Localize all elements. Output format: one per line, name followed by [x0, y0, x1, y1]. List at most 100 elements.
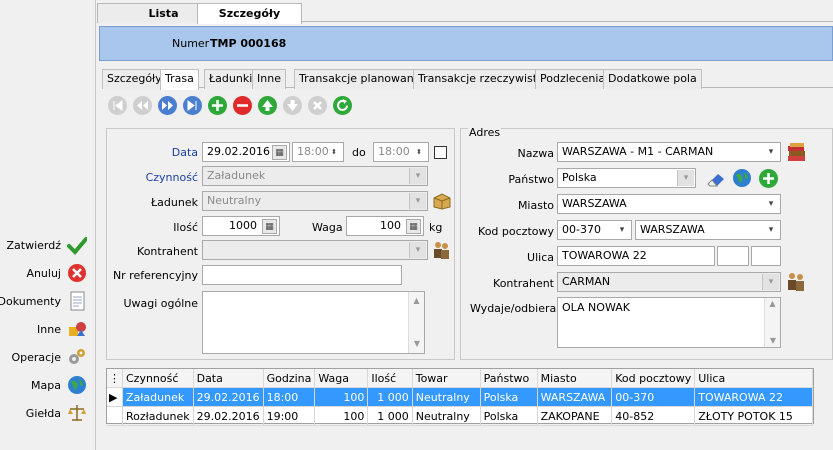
tab-inne[interactable]: Inne — [252, 69, 286, 89]
col-ilosc[interactable]: Ilość — [367, 369, 413, 388]
nrref-field[interactable] — [202, 265, 402, 285]
date-field[interactable]: 29.02.2016 ▦ — [202, 142, 290, 162]
exchange-button[interactable]: Giełda — [26, 403, 87, 423]
col-panstwo[interactable]: Państwo — [480, 369, 538, 388]
uwagi-textarea[interactable]: ▲ ▼ — [202, 291, 425, 354]
tab-podzlecenia[interactable]: Podzlecenia — [535, 69, 611, 89]
eraser-icon[interactable] — [705, 169, 729, 189]
kod-dropdown-icon: ▾ — [619, 225, 625, 235]
czynnosc-select[interactable]: Załadunek ▾ — [202, 166, 428, 186]
kontrahent-select[interactable]: ▾ — [202, 240, 428, 260]
cargo-box-icon[interactable] — [432, 192, 451, 210]
tab-transakcje-planowane[interactable]: Transakcje planowane — [294, 69, 426, 89]
other-label: Inne — [37, 322, 61, 336]
tab-transakcje-rzeczywiste[interactable]: Transakcje rzeczywiste — [413, 69, 549, 89]
time-from-value: 18:00 — [297, 145, 329, 158]
contractor-people-icon[interactable] — [432, 240, 451, 260]
czynnosc-dropdown-icon: ▾ — [409, 168, 426, 184]
time-checkbox[interactable] — [434, 146, 447, 159]
prev-record-button[interactable] — [133, 96, 152, 115]
tab-details[interactable]: Szczegóły — [197, 3, 302, 24]
time-from-spinner[interactable]: ⬍ — [326, 144, 342, 160]
map-button[interactable]: Mapa — [31, 375, 87, 395]
kg-label: kg — [429, 221, 443, 234]
address-kontrahent-select[interactable]: CARMAN ▾ — [557, 272, 781, 292]
tab-ladunki[interactable]: Ładunki — [204, 69, 258, 89]
documents-button[interactable]: Dokumenty — [0, 291, 87, 311]
cell: Polska — [480, 406, 538, 426]
left-action-panel: Zatwierdź Anuluj Dokumenty Inne Operacje… — [0, 0, 96, 450]
tab-szczegoly[interactable]: Szczegóły — [102, 69, 167, 89]
time-to-spinner[interactable]: ⬍ — [411, 144, 427, 160]
time-from-field[interactable]: 18:00 ⬍ — [292, 142, 344, 162]
tab-trasa[interactable]: Trasa — [160, 69, 199, 90]
table-row[interactable]: ▶ Załadunek 29.02.2016 18:00 100 1 000 N… — [107, 387, 813, 407]
col-waga[interactable]: Waga — [314, 369, 369, 388]
operations-button[interactable]: Operacje — [11, 347, 87, 367]
data-label: Data — [171, 146, 198, 159]
calendar-icon[interactable]: ▦ — [272, 145, 287, 160]
other-button[interactable]: Inne — [37, 319, 87, 339]
cell: 40-852 — [611, 406, 696, 426]
time-to-field[interactable]: 18:00 ⬍ — [373, 142, 429, 162]
last-record-button[interactable] — [183, 96, 202, 115]
flat-number-field[interactable] — [751, 246, 781, 266]
top-tabs: Lista Szczegóły — [97, 0, 833, 24]
miasto-select[interactable]: WARSZAWA ▾ — [557, 194, 781, 214]
address-book-icon[interactable] — [786, 141, 808, 163]
number-header: Numer TMP 000168 — [99, 26, 833, 61]
waga-calculator-icon[interactable]: ▦ — [406, 219, 421, 234]
house-number-field[interactable] — [717, 246, 749, 266]
add-button[interactable] — [208, 96, 227, 115]
cell: Załadunek — [122, 387, 194, 407]
waga-field[interactable]: 100 ▦ — [346, 216, 424, 236]
wydaje-scrollbar[interactable]: ▲ ▼ — [764, 298, 780, 347]
move-down-button[interactable] — [283, 96, 302, 115]
col-miasto[interactable]: Miasto — [537, 369, 613, 388]
time-to-value: 18:00 — [378, 145, 410, 158]
col-kod[interactable]: Kod pocztowy — [611, 369, 696, 388]
nazwa-select[interactable]: WARSZAWA - M1 - CARMAN ▾ — [557, 142, 781, 162]
row-indicator-header: ⋮ — [107, 369, 123, 388]
wydaje-textarea[interactable]: OLA NOWAK ▲ ▼ — [557, 297, 781, 348]
tab-dodatkowe-pola[interactable]: Dodatkowe pola — [603, 69, 702, 89]
col-czynnosc[interactable]: Czynność — [122, 369, 194, 388]
add-country-button[interactable] — [759, 169, 778, 188]
operations-label: Operacje — [11, 350, 61, 364]
remove-button[interactable] — [233, 96, 252, 115]
refresh-button[interactable] — [333, 96, 352, 115]
col-ulica[interactable]: Ulica — [694, 369, 813, 388]
cancel-icon — [67, 263, 87, 283]
next-record-button[interactable] — [158, 96, 177, 115]
ilosc-calculator-icon[interactable]: ▦ — [262, 219, 277, 234]
ladunek-select[interactable]: Neutralny ▾ — [202, 191, 428, 211]
scales-icon — [67, 403, 87, 423]
uwagi-scrollbar[interactable]: ▲ ▼ — [408, 292, 424, 353]
ulica-field[interactable]: TOWAROWA 22 — [557, 246, 715, 266]
cancel-edit-button[interactable] — [308, 96, 327, 115]
kod-select[interactable]: 00-370 ▾ — [557, 220, 632, 240]
col-godzina[interactable]: Godzina — [263, 369, 316, 388]
cancel-button[interactable]: Anuluj — [26, 263, 87, 283]
table-row[interactable]: Rozładunek 29.02.2016 19:00 100 1 000 Ne… — [107, 406, 813, 426]
row-pointer — [107, 406, 123, 426]
check-icon — [67, 235, 87, 255]
col-data[interactable]: Data — [193, 369, 264, 388]
first-record-button[interactable] — [108, 96, 127, 115]
ilosc-field[interactable]: 1000 ▦ — [202, 216, 280, 236]
approve-label: Zatwierdź — [6, 238, 62, 252]
country-globe-icon[interactable] — [732, 168, 752, 188]
cell: 00-370 — [611, 387, 696, 407]
nazwa-value: WARSZAWA - M1 - CARMAN — [562, 145, 714, 158]
kod-city-select[interactable]: WARSZAWA ▾ — [635, 220, 781, 240]
approve-button[interactable]: Zatwierdź — [6, 235, 87, 255]
globe-icon — [67, 375, 87, 395]
nazwa-dropdown-icon: ▾ — [768, 147, 774, 157]
move-up-button[interactable] — [258, 96, 277, 115]
kontrahent-dropdown-icon: ▾ — [409, 242, 426, 258]
address-contractor-icon[interactable] — [786, 271, 806, 293]
col-towar[interactable]: Towar — [412, 369, 481, 388]
miasto-dropdown-icon: ▾ — [768, 199, 774, 209]
table-header-row: ⋮ Czynność Data Godzina Waga Ilość Towar… — [107, 369, 813, 388]
panstwo-select[interactable]: Polska ▾ — [557, 168, 696, 188]
